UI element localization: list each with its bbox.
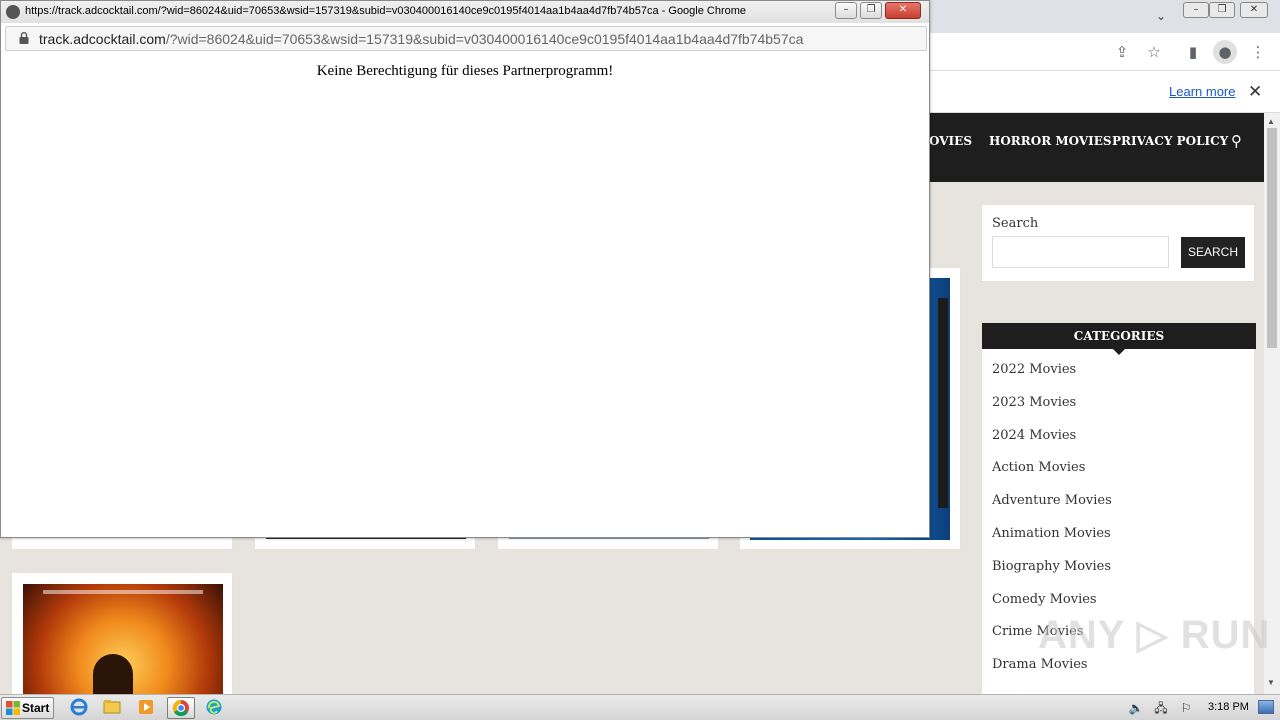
infobar-close-icon[interactable]: ✕ (1248, 82, 1262, 102)
media-player-icon[interactable] (135, 697, 159, 719)
internet-explorer-icon[interactable] (68, 697, 92, 719)
nav-item-privacy-policy[interactable]: PRIVACY POLICY (1112, 134, 1228, 148)
category-link[interactable]: 2022 Movies (992, 362, 1076, 377)
clock[interactable]: 3:18 PM (1208, 701, 1249, 713)
tab-search-chevron-icon[interactable]: ⌄ (1153, 8, 1169, 24)
background-minimize-button[interactable]: – (1183, 2, 1209, 18)
category-link[interactable]: Action Movies (992, 460, 1085, 475)
show-desktop-button[interactable] (1258, 700, 1274, 714)
popup-window-title: https://track.adcocktail.com/?wid=86024&… (25, 5, 747, 17)
network-icon[interactable]: 🖧 (1153, 700, 1169, 716)
start-label: Start (22, 701, 50, 715)
start-button[interactable]: Start (1, 697, 54, 719)
categories-caret-icon (1113, 349, 1125, 355)
movie-poster[interactable] (23, 584, 223, 699)
learn-more-link[interactable]: Learn more (1169, 84, 1235, 99)
file-explorer-icon[interactable] (101, 697, 125, 719)
movie-card[interactable] (11, 572, 233, 702)
background-close-button[interactable]: ✕ (1240, 2, 1268, 18)
scroll-up-arrow-icon[interactable]: ▲ (1267, 117, 1275, 126)
popup-url[interactable]: track.adcocktail.com/?wid=86024&uid=7065… (39, 31, 803, 47)
category-link[interactable]: Adventure Movies (992, 493, 1112, 508)
chrome-icon[interactable] (167, 697, 195, 719)
search-input[interactable] (992, 236, 1169, 268)
anyrun-watermark: ANY ▷ RUN (1038, 613, 1271, 657)
categories-title: CATEGORIES (982, 323, 1256, 349)
nav-item-movies[interactable]: OVIES (929, 134, 972, 148)
volume-icon[interactable]: 🔈 (1128, 700, 1144, 716)
popup-window: https://track.adcocktail.com/?wid=86024&… (0, 0, 930, 538)
search-button[interactable]: SEARCH (1181, 237, 1245, 268)
search-widget: Search SEARCH (981, 204, 1255, 282)
url-host: track.adcocktail.com (39, 31, 166, 47)
popup-maximize-button[interactable]: ❐ (860, 2, 882, 19)
url-path: /?wid=86024&uid=70653&wsid=157319&subid=… (165, 31, 804, 47)
side-panel-icon[interactable]: ▮ (1183, 42, 1203, 62)
scroll-thumb[interactable] (1267, 128, 1277, 348)
profile-avatar-icon[interactable]: ● (1213, 40, 1237, 64)
nav-item-horror-movies[interactable]: HORROR MOVIES (989, 134, 1112, 148)
background-maximize-button[interactable]: ❐ (1209, 2, 1235, 18)
popup-address-bar[interactable]: track.adcocktail.com/?wid=86024&uid=7065… (5, 26, 927, 51)
category-link[interactable]: 2024 Movies (992, 428, 1076, 443)
edge-icon[interactable] (203, 697, 227, 719)
category-link[interactable]: 2023 Movies (992, 395, 1076, 410)
menu-kebab-icon[interactable]: ⋮ (1248, 42, 1268, 62)
taskbar: Start 🔈 🖧 ⚐ 3:18 PM (0, 694, 1280, 720)
category-link[interactable]: Animation Movies (992, 526, 1111, 541)
search-widget-title: Search (992, 216, 1039, 231)
category-link[interactable]: Biography Movies (992, 559, 1111, 574)
lock-icon (19, 32, 29, 44)
popup-page-message: Keine Berechtigung für dieses Partnerpro… (316, 63, 614, 79)
windows-logo-icon (6, 701, 20, 715)
popup-minimize-button[interactable]: – (835, 2, 857, 19)
popup-close-button[interactable]: ✕ (885, 2, 921, 19)
nav-search-icon[interactable]: ⚲ (1231, 132, 1242, 150)
share-icon[interactable]: ⇪ (1112, 42, 1132, 62)
bookmark-star-icon[interactable]: ☆ (1144, 42, 1164, 62)
chrome-window-icon (6, 5, 20, 19)
scroll-down-arrow-icon[interactable]: ▼ (1267, 678, 1275, 687)
category-link[interactable]: Drama Movies (992, 657, 1088, 672)
category-link[interactable]: Comedy Movies (992, 592, 1097, 607)
popup-titlebar[interactable]: https://track.adcocktail.com/?wid=86024&… (1, 1, 929, 23)
flag-icon[interactable]: ⚐ (1178, 700, 1194, 716)
